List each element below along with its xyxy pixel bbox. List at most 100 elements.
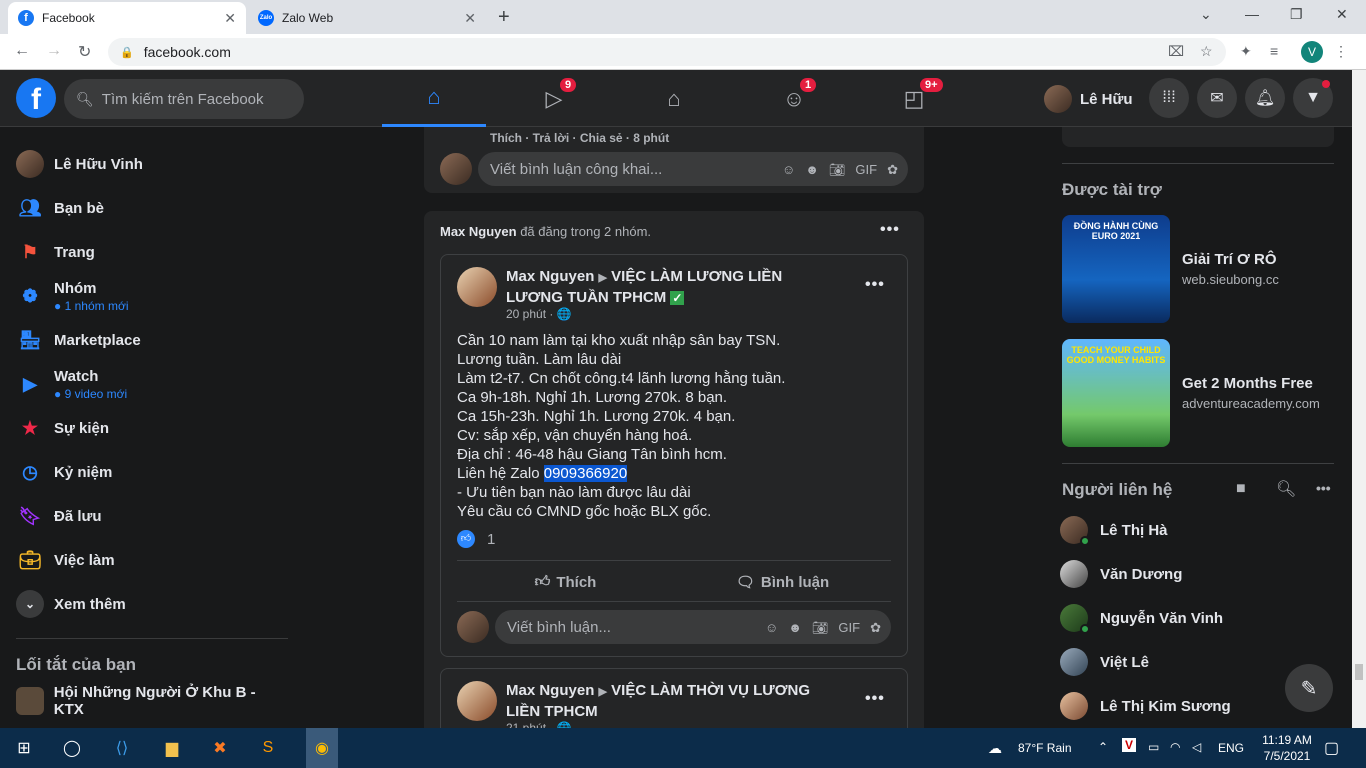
notification-center-icon[interactable]: ▢ — [1324, 738, 1339, 758]
file-explorer-icon[interactable]: ▆ — [160, 736, 184, 760]
address-bar[interactable]: 🔒 facebook.com — [108, 38, 1226, 66]
profile-avatar[interactable]: V — [1301, 41, 1323, 63]
sticker2-icon[interactable]: ✿ — [870, 620, 881, 635]
contact-item[interactable]: Việt Lê — [1060, 640, 1149, 684]
avatar[interactable] — [457, 267, 497, 307]
facebook-logo[interactable]: f — [16, 78, 56, 118]
minimize-icon[interactable]: — — [1245, 6, 1259, 22]
battery-icon[interactable]: ▭ — [1148, 740, 1159, 754]
phone-number[interactable]: 0909366920 — [543, 465, 628, 482]
more-options-icon[interactable]: ••• — [865, 690, 885, 708]
sidebar-item-events[interactable]: ★ Sự kiện — [8, 406, 288, 450]
sticker-icon[interactable]: ☺ — [765, 620, 778, 635]
sidebar-item-profile[interactable]: Lê Hữu Vinh — [8, 142, 288, 186]
nav-gaming[interactable]: ◰ 9+ — [862, 70, 966, 127]
menu-grid-button[interactable]: ⁞⁞⁞ — [1149, 78, 1189, 118]
sidebar-item-groups[interactable]: ❁ Nhóm ● 1 nhóm mới — [8, 274, 288, 318]
sticker-icon[interactable]: ☺ — [782, 162, 795, 177]
shortcut-item[interactable]: Hội Những Người Ở Khu B - KTX — [8, 684, 288, 718]
clock[interactable]: 11:19 AM 7/5/2021 — [1256, 732, 1318, 764]
nav-watch[interactable]: ▷ 9 — [502, 70, 606, 127]
camera-icon[interactable]: 📷︎ — [829, 162, 846, 177]
reload-icon[interactable]: ↻ — [78, 42, 91, 62]
sidebar-item-pages[interactable]: ⚑ Trang — [8, 230, 288, 274]
tab-search-icon[interactable]: ⌄ — [1200, 6, 1212, 23]
tab-zalo[interactable]: Zalo Zalo Web ✕ — [248, 2, 486, 34]
new-message-button[interactable]: ✎ — [1285, 664, 1333, 712]
ad-item[interactable]: ĐỒNG HÀNH CÙNG EURO 2021 Giải Trí Ơ RÔ w… — [1062, 215, 1279, 323]
emoji-icon[interactable]: ☻ — [788, 620, 802, 635]
sidebar-item-saved[interactable]: 🔖︎ Đã lưu — [8, 494, 288, 538]
volume-icon[interactable]: ◁ — [1192, 740, 1201, 754]
translate-icon[interactable]: ⌧ — [1168, 43, 1184, 60]
sidebar-item-memories[interactable]: ◷ Kỷ niệm — [8, 450, 288, 494]
new-room-icon[interactable]: ■ — [1236, 480, 1246, 498]
vietkey-icon[interactable]: V — [1122, 738, 1137, 752]
camera-icon[interactable]: 📷︎ — [812, 620, 829, 635]
windows-start-icon[interactable]: ⊞ — [12, 736, 36, 760]
sublime-icon[interactable]: S — [256, 736, 280, 760]
chrome-menu-icon[interactable]: ⋮ — [1334, 43, 1348, 60]
briefcase-icon: 💼︎ — [18, 549, 42, 570]
new-tab-icon[interactable]: + — [498, 6, 510, 29]
notifications-button[interactable]: 🔔︎ — [1245, 78, 1285, 118]
gif-icon[interactable]: GIF — [855, 162, 877, 177]
forward-icon[interactable]: → — [46, 42, 62, 60]
close-tab-icon[interactable]: ✕ — [224, 10, 236, 27]
contact-item[interactable]: Lê Thị Hà — [1060, 508, 1168, 552]
close-tab-icon[interactable]: ✕ — [464, 10, 476, 27]
wifi-icon[interactable]: ◠ — [1170, 740, 1180, 754]
sticker2-icon[interactable]: ✿ — [887, 162, 898, 177]
sidebar-item-see-more[interactable]: ⌄ Xem thêm — [8, 582, 288, 626]
maximize-icon[interactable]: ❐ — [1290, 6, 1303, 23]
online-indicator — [1080, 536, 1090, 546]
contact-item[interactable]: Văn Dương — [1060, 552, 1182, 596]
reactions-summary[interactable]: 👍︎ 1 — [457, 530, 495, 548]
vscode-icon[interactable]: ⟨⟩ — [110, 736, 134, 760]
sidebar-item-watch[interactable]: ▶ Watch ● 9 video mới — [8, 362, 288, 406]
bookmark-star-icon[interactable]: ☆ — [1200, 43, 1213, 60]
nav-groups[interactable]: ☺ 1 — [742, 70, 846, 127]
extensions-icon[interactable]: ✦ — [1240, 43, 1252, 60]
contact-item[interactable]: Lê Thị Kim Sương — [1060, 684, 1231, 728]
tab-facebook[interactable]: f Facebook ✕ — [8, 2, 246, 34]
comment-actions[interactable]: Thích · Trả lời · Chia sẻ · 8 phút — [490, 131, 669, 145]
author-name[interactable]: Max Nguyen — [506, 268, 594, 285]
close-window-icon[interactable]: ✕ — [1336, 6, 1348, 23]
comment-input[interactable]: Viết bình luận... ☺ ☻ 📷︎ GIF ✿ — [495, 610, 891, 644]
media-control-icon[interactable]: ≡ — [1270, 43, 1278, 59]
more-options-icon[interactable]: ••• — [1316, 480, 1331, 496]
messenger-button[interactable]: ✉ — [1197, 78, 1237, 118]
emoji-icon[interactable]: ☻ — [805, 162, 819, 177]
back-icon[interactable]: ← — [14, 42, 30, 60]
xampp-icon[interactable]: ✖ — [208, 736, 232, 760]
contact-item[interactable]: Nguyễn Văn Vinh — [1060, 596, 1223, 640]
ad-item[interactable]: TEACH YOUR CHILD GOOD MONEY HABITS Get 2… — [1062, 339, 1320, 447]
more-options-icon[interactable]: ••• — [880, 221, 900, 239]
like-button[interactable]: 👍︎ Thích — [457, 565, 674, 599]
scrollbar-thumb[interactable] — [1355, 664, 1363, 680]
search-icon[interactable]: ◯ — [60, 736, 84, 760]
facebook-search-input[interactable]: 🔍︎ Tìm kiếm trên Facebook — [64, 79, 304, 119]
sidebar-item-marketplace[interactable]: 🏪︎ Marketplace — [8, 318, 288, 362]
gif-icon[interactable]: GIF — [838, 620, 860, 635]
nav-home[interactable]: ⌂ — [382, 70, 486, 127]
post-body: Cần 10 nam làm tại kho xuất nhập sân bay… — [457, 331, 897, 521]
sharer-name[interactable]: Max Nguyen — [440, 224, 517, 239]
page-scrollbar[interactable] — [1352, 70, 1366, 728]
chrome-icon[interactable]: ◉ — [306, 728, 338, 768]
user-profile-link[interactable]: Lê Hữu — [1044, 83, 1133, 115]
nav-marketplace[interactable]: ⌂ — [622, 70, 726, 127]
comment-input[interactable]: Viết bình luận công khai... ☺ ☻ 📷︎ GIF ✿ — [478, 152, 908, 186]
weather-text[interactable]: 87°F Rain — [1018, 741, 1072, 755]
avatar[interactable] — [457, 681, 497, 721]
sidebar-item-jobs[interactable]: 💼︎ Việc làm — [8, 538, 288, 582]
post-time[interactable]: 20 phút · 🌐 — [506, 307, 572, 321]
language-indicator[interactable]: ENG — [1218, 741, 1244, 755]
sidebar-item-friends[interactable]: 👥︎ Bạn bè — [8, 186, 288, 230]
comment-button[interactable]: 🗨︎ Bình luận — [674, 565, 891, 599]
tray-up-icon[interactable]: ⌃ — [1098, 740, 1108, 754]
author-name[interactable]: Max Nguyen — [506, 682, 594, 699]
more-options-icon[interactable]: ••• — [865, 276, 885, 294]
search-icon[interactable]: 🔍︎ — [1276, 479, 1296, 499]
